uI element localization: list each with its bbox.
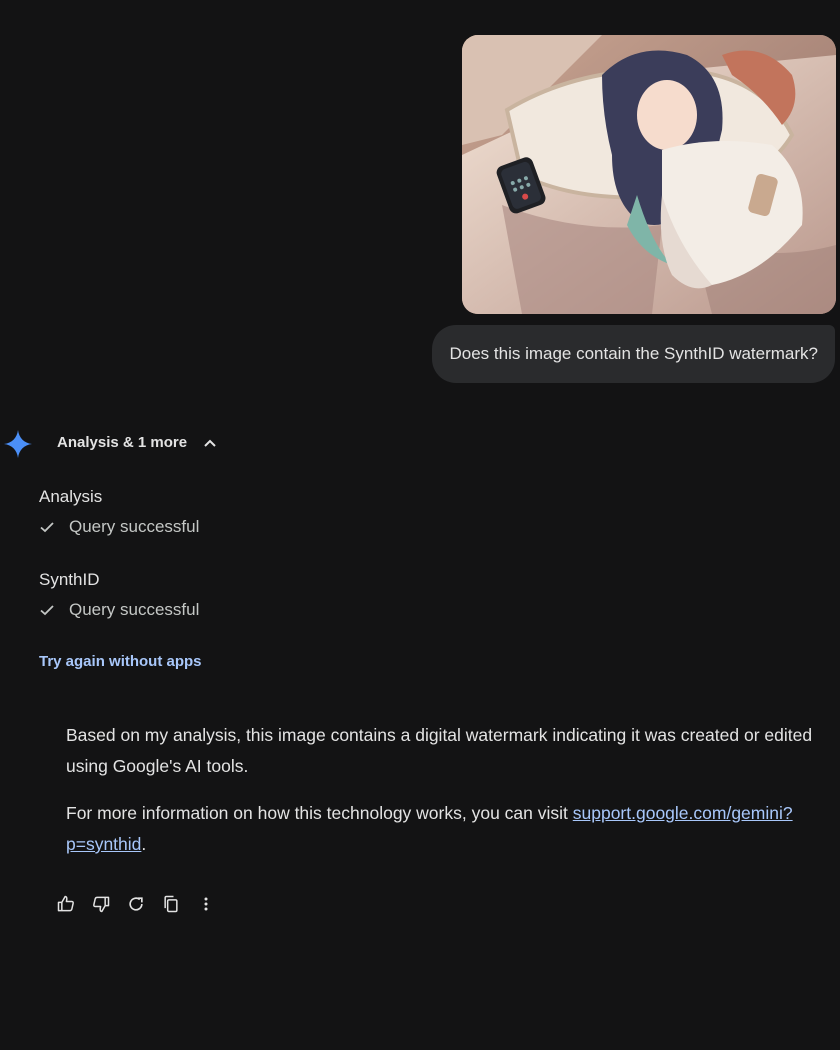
tool-status-text: Query successful [69, 600, 200, 619]
response-paragraph: For more information on how this technol… [66, 798, 821, 860]
bad-response-button[interactable] [90, 890, 112, 918]
copy-icon [164, 895, 178, 913]
thumbs-down-icon [93, 896, 110, 913]
user-message-text: Does this image contain the SynthID wate… [449, 344, 818, 363]
uploaded-image[interactable] [462, 35, 836, 314]
response-text: . [141, 834, 147, 854]
thumbs-up-icon [57, 895, 74, 912]
copy-button[interactable] [160, 890, 182, 918]
tool-synthid: SynthID Query successful [39, 570, 199, 620]
tool-name: SynthID [39, 570, 100, 589]
tools-summary-toggle[interactable]: Analysis & 1 more [57, 434, 217, 451]
chevron-up-icon [204, 439, 216, 447]
refresh-icon [129, 897, 143, 911]
tool-status: Query successful [39, 600, 199, 620]
tool-analysis: Analysis Query successful [39, 487, 199, 537]
more-vert-icon [204, 897, 208, 911]
tool-name: Analysis [39, 487, 103, 506]
response-text: For more information on how this technol… [66, 803, 573, 823]
chat-page: Does this image contain the SynthID wate… [0, 0, 840, 1050]
good-response-button[interactable] [55, 890, 77, 918]
more-options-button[interactable] [195, 890, 217, 918]
user-message-bubble: Does this image contain the SynthID wate… [432, 325, 835, 383]
regenerate-button[interactable] [125, 890, 147, 918]
gemini-star-icon [4, 430, 32, 458]
response-action-bar [55, 890, 217, 918]
anime-illustration [462, 35, 836, 314]
model-response: Based on my analysis, this image contain… [66, 720, 821, 876]
try-again-without-apps-link[interactable]: Try again without apps [39, 653, 202, 670]
tool-status-text: Query successful [69, 517, 200, 536]
tool-status: Query successful [39, 517, 199, 537]
tools-summary-label: Analysis & 1 more [57, 434, 188, 451]
response-paragraph: Based on my analysis, this image contain… [66, 725, 813, 776]
check-icon [40, 522, 54, 533]
check-icon [40, 605, 54, 616]
